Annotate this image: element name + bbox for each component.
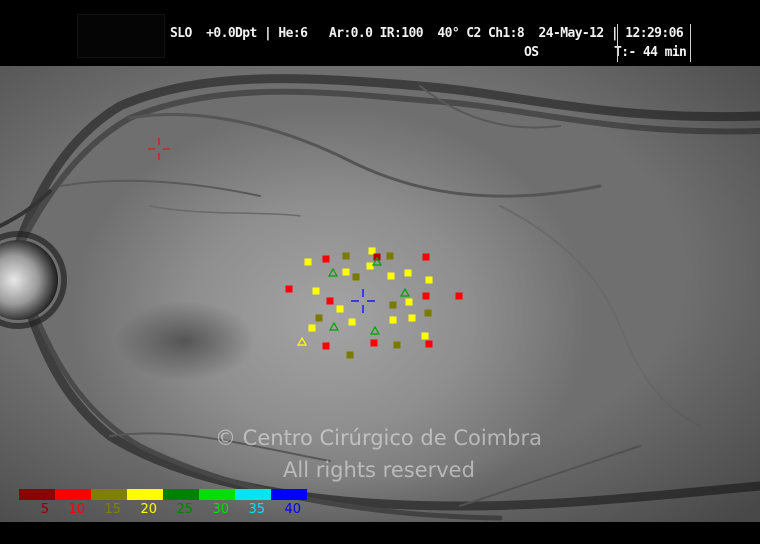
- marker-square-yellow: [421, 332, 429, 340]
- legend-label-5: 5: [40, 502, 49, 517]
- legend-label-20: 20: [140, 502, 157, 517]
- bottom-bar: [0, 522, 760, 544]
- marker-square-olive: [424, 309, 432, 317]
- marker-square-red: [322, 342, 330, 350]
- header-divider: [617, 24, 618, 62]
- timer-label: T:- 44 min: [614, 45, 687, 60]
- sensitivity-legend-labels: 5 10 15 20 25 30 35 40: [19, 502, 319, 518]
- watermark-rights: All rights reserved: [283, 458, 475, 482]
- marker-square-yellow: [405, 298, 413, 306]
- fundus-canvas: [0, 66, 760, 522]
- marker-square-yellow: [368, 247, 376, 255]
- legend-label-25: 25: [176, 502, 193, 517]
- legend-swatch-10: [55, 489, 91, 500]
- marker-square-red: [322, 255, 330, 263]
- marker-square-yellow: [366, 262, 374, 270]
- marker-square-yellow: [348, 318, 356, 326]
- legend-label-15: 15: [104, 502, 121, 517]
- marker-square-red: [285, 285, 293, 293]
- marker-square-red: [370, 339, 378, 347]
- marker-square-yellow: [312, 287, 320, 295]
- marker-square-red: [425, 340, 433, 348]
- marker-square-olive: [346, 351, 354, 359]
- marker-square-yellow: [389, 316, 397, 324]
- sensitivity-legend-bar: [19, 489, 307, 500]
- marker-square-yellow: [387, 272, 395, 280]
- marker-square-yellow: [408, 314, 416, 322]
- legend-swatch-20: [127, 489, 163, 500]
- legend-swatch-15: [91, 489, 127, 500]
- info-header: SLO +0.0Dpt | He:6 Ar:0.0 IR:100 40° C2 …: [0, 0, 760, 66]
- acquisition-info-line: SLO +0.0Dpt | He:6 Ar:0.0 IR:100 40° C2 …: [170, 26, 684, 41]
- marker-square-olive: [389, 301, 397, 309]
- marker-square-red: [422, 253, 430, 261]
- legend-label-10: 10: [68, 502, 85, 517]
- marker-square-yellow: [336, 305, 344, 313]
- marker-square-red: [326, 297, 334, 305]
- marker-square-yellow: [308, 324, 316, 332]
- marker-square-yellow: [425, 276, 433, 284]
- legend-swatch-30: [199, 489, 235, 500]
- redacted-patient-box: [77, 14, 165, 58]
- legend-swatch-35: [235, 489, 271, 500]
- marker-square-olive: [342, 252, 350, 260]
- legend-label-40: 40: [284, 502, 301, 517]
- legend-swatch-25: [163, 489, 199, 500]
- marker-square-red: [455, 292, 463, 300]
- marker-square-yellow: [304, 258, 312, 266]
- fundus-image[interactable]: [0, 66, 760, 522]
- legend-label-35: 35: [248, 502, 265, 517]
- slo-viewer: SLO +0.0Dpt | He:6 Ar:0.0 IR:100 40° C2 …: [0, 0, 760, 544]
- eye-label: OS: [524, 45, 539, 60]
- legend-swatch-40: [271, 489, 307, 500]
- legend-swatch-5: [19, 489, 55, 500]
- header-divider-right: [690, 24, 691, 62]
- watermark-copyright: © Centro Cirúrgico de Coimbra: [215, 426, 542, 450]
- marker-square-yellow: [342, 268, 350, 276]
- legend-label-30: 30: [212, 502, 229, 517]
- marker-square-olive: [352, 273, 360, 281]
- marker-square-olive: [315, 314, 323, 322]
- marker-square-yellow: [404, 269, 412, 277]
- marker-square-olive: [386, 252, 394, 260]
- marker-square-olive: [393, 341, 401, 349]
- marker-square-red: [422, 292, 430, 300]
